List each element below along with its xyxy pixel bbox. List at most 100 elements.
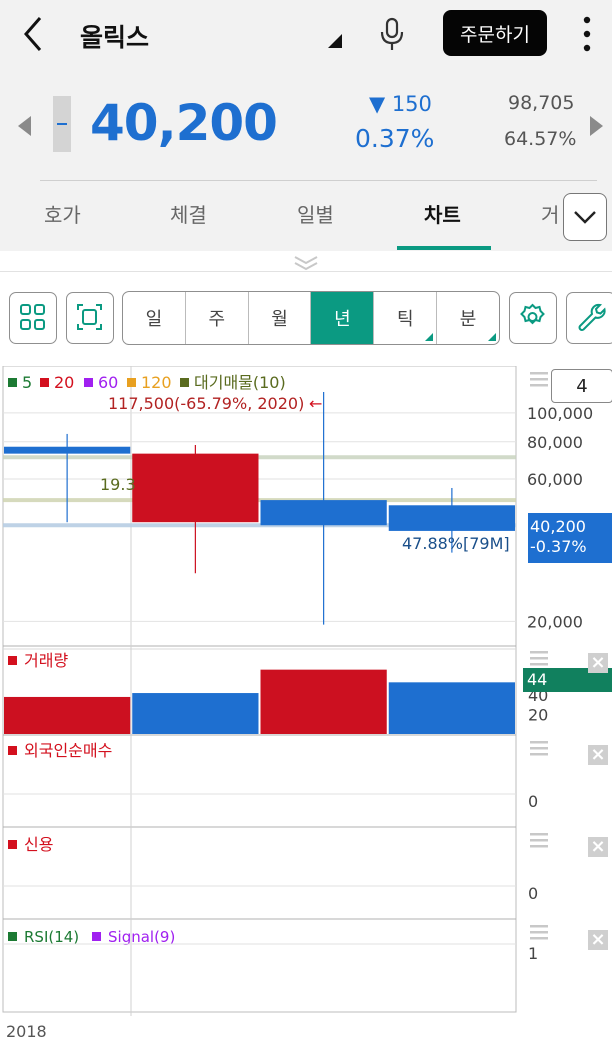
microphone-icon[interactable] [378,16,406,52]
period-3[interactable]: 년 [311,292,375,344]
pane-menu-icon [530,741,548,756]
period-4[interactable]: 틱 [374,292,438,344]
pane-menu-line [530,663,548,666]
period-1[interactable]: 주 [186,292,249,344]
pane-menu-line [530,384,548,387]
legend-label: RSI(14) [24,928,79,946]
trade-volume: 98,705 [508,92,575,114]
legend-label: 60 [98,373,118,392]
legend-label: 외국인순매수 [24,741,112,760]
volume-ratio: 64.57% [504,128,577,150]
pane-menu-line [530,833,548,836]
pane-menu-line [530,747,548,750]
pane-menu-line [530,753,548,756]
tabs-expand-button[interactable] [563,193,607,241]
gear-icon [520,303,545,325]
pane-menu-icon [530,651,548,666]
tab-daily[interactable]: 일별 [297,199,334,228]
close-credit-pane-icon[interactable]: × [588,837,608,857]
price-change: ▼ 150 [369,92,432,116]
badge-price: 40,200 [530,517,586,536]
period-label: 년 [334,309,351,330]
high-price-annotation: 117,500(-65.79%, 2020) [108,394,304,413]
candle-body [132,453,259,523]
stock-dropdown-triangle-icon[interactable] [328,34,342,48]
badge-percent: -0.37% [530,537,587,556]
indicator-count-box[interactable]: 4 [551,369,612,403]
fullscreen-icon [77,304,102,330]
chevron-down-icon [574,211,596,224]
close-volume-pane-icon[interactable]: × [588,653,608,673]
pane-menu-icon [530,833,548,848]
volume-bar [260,669,387,734]
x-axis-year-label: 2018 [6,1022,47,1041]
prev-stock-arrow-icon[interactable] [18,116,31,136]
fullscreen-button[interactable] [66,292,114,344]
legend-swatch [127,378,136,387]
candle-body [4,446,131,454]
legend-swatch [8,746,17,755]
tab-orderbook[interactable]: 호가 [44,199,81,228]
submenu-corner-icon [425,333,434,341]
collapse-double-chevron-icon[interactable] [291,254,321,272]
order-button[interactable]: 주문하기 [443,10,547,56]
legend-label: 5 [22,373,32,392]
legend-swatch [92,932,101,941]
volume-bar [132,693,259,734]
back-chevron-icon[interactable] [18,14,48,54]
tab-more-partial[interactable]: 거 [541,199,559,228]
legend-swatch [40,378,49,387]
pane-menu-line [530,931,548,934]
legend-label: 거래량 [24,651,68,670]
legend-swatch [8,840,17,849]
volume-tick-label: 20 [528,706,548,725]
legend-label: 신용 [24,835,53,854]
pane-menu-line [530,372,548,375]
drawing-tools-button[interactable] [566,292,612,344]
next-stock-arrow-icon[interactable] [590,116,603,136]
period-5[interactable]: 분 [437,292,499,344]
legend-label: 120 [141,373,172,392]
period-2[interactable]: 월 [249,292,312,344]
close-rsi-pane-icon[interactable]: × [588,930,608,950]
price-tick-label: 20,000 [527,612,583,631]
current-price-badge: 40,200 -0.37% [528,513,612,563]
candle-body [388,505,515,531]
legend-label: Signal(9) [108,928,175,946]
chart-settings-button[interactable] [509,292,557,344]
legend-label: 20 [54,373,74,392]
credit-tick-label: 0 [528,884,538,903]
wrench-icon [578,303,606,331]
pane-menu-icon [530,925,548,940]
supply-band [3,455,516,460]
tab-chart[interactable]: 차트 [424,199,461,228]
current-price: 40,200 [90,94,278,152]
period-label: 틱 [396,309,414,330]
supply-label: 47.88%[79M] [402,534,510,553]
legend-swatch [8,932,17,941]
close-foreign-pane-icon[interactable]: × [588,745,608,765]
legend-swatch [180,378,189,387]
pane-menu-line [530,378,548,381]
chart-area[interactable]: 100,00080,00060,00020,0005 20 60 120 대기매물(10… [0,366,612,1051]
volume-bar [4,696,131,734]
supply-label: 19.3 [100,475,136,494]
tab-trades[interactable]: 체결 [170,199,207,228]
page-title: 올릭스 [80,23,150,52]
period-selector: 일주월년틱분 [122,291,500,345]
price-change-percent: 0.37% [355,124,435,153]
supply-band [3,498,516,503]
pane-menu-line [530,651,548,654]
divider [0,271,612,272]
period-0[interactable]: 일 [123,292,186,344]
period-label: 분 [459,309,477,330]
pane-menu-line [530,657,548,660]
period-label: 일 [145,309,163,330]
pane-menu-line [530,741,548,744]
pane-menu-line [530,839,548,842]
period-label: 월 [271,309,288,330]
layout-grid-button[interactable] [9,292,57,344]
more-menu-icon[interactable] [580,14,594,54]
high-arrow-icon: ← [309,394,322,413]
legend-label: 대기매물(10) [194,373,286,392]
